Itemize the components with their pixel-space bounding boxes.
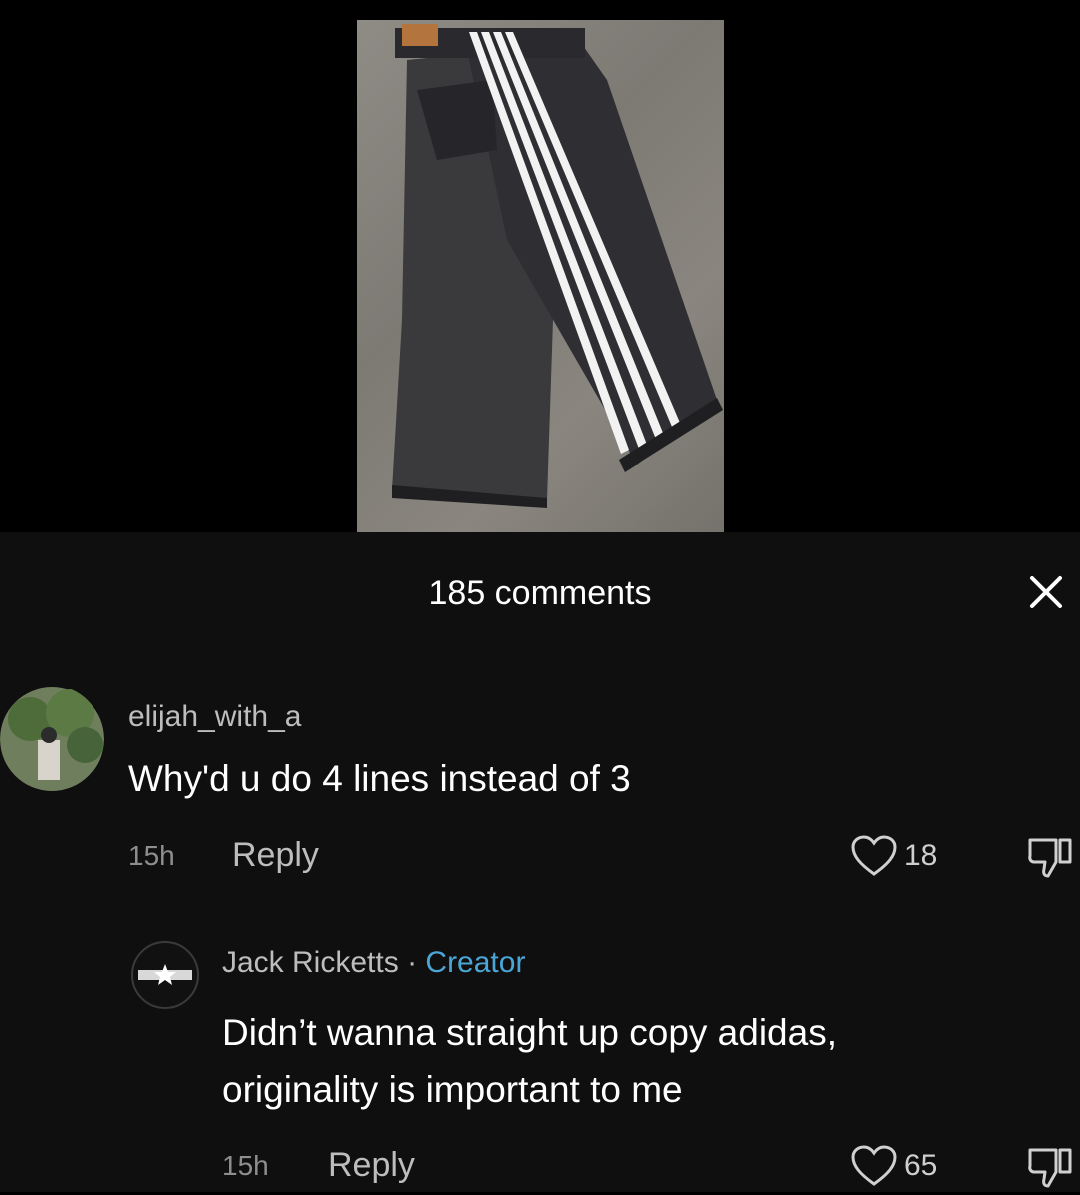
reply-comment-item: Jack Ricketts · Creator Didn’t wanna str…	[0, 932, 1080, 1192]
comment-timestamp: 15h	[222, 1150, 269, 1181]
jeans-illustration	[392, 24, 723, 508]
comment-item: elijah_with_a Why'd u do 4 lines instead…	[0, 682, 1080, 882]
close-icon	[1030, 576, 1062, 608]
heart-icon	[851, 1145, 897, 1186]
comment-text-line-1: Didn’t wanna straight up copy adidas,	[222, 1012, 837, 1053]
comments-sheet: 185 comments elijah_with_a Why'd u do 4 …	[0, 532, 1080, 1192]
reply-button[interactable]: Reply	[232, 836, 319, 875]
jeans-photo	[357, 20, 724, 532]
like-button[interactable]: 18	[850, 834, 937, 878]
thumbs-down-icon	[1028, 838, 1072, 878]
comment-username[interactable]: Jack Ricketts · Creator	[222, 946, 525, 980]
comment-username[interactable]: elijah_with_a	[128, 700, 301, 734]
comment-text-line-2: originality is important to me	[222, 1069, 683, 1110]
avatar[interactable]	[0, 685, 104, 793]
reply-button[interactable]: Reply	[328, 1146, 415, 1185]
avatar[interactable]	[130, 940, 200, 1010]
like-button[interactable]: 65	[850, 1144, 937, 1188]
comment-timestamp: 15h	[128, 840, 175, 871]
like-count: 18	[904, 839, 938, 872]
comment-text: Why'd u do 4 lines instead of 3	[128, 758, 631, 799]
separator-dot: ·	[407, 946, 418, 979]
username-text: Jack Ricketts	[222, 946, 399, 979]
heart-icon	[851, 835, 897, 876]
creator-badge: Creator	[425, 946, 526, 979]
like-count: 65	[904, 1149, 938, 1182]
comments-count-title: 185 comments	[428, 574, 652, 612]
thumbs-down-icon	[1028, 1148, 1072, 1188]
dislike-button[interactable]	[1026, 834, 1074, 885]
close-button[interactable]	[1026, 572, 1066, 612]
dislike-button[interactable]	[1026, 1144, 1074, 1195]
video-area[interactable]	[0, 0, 1080, 532]
